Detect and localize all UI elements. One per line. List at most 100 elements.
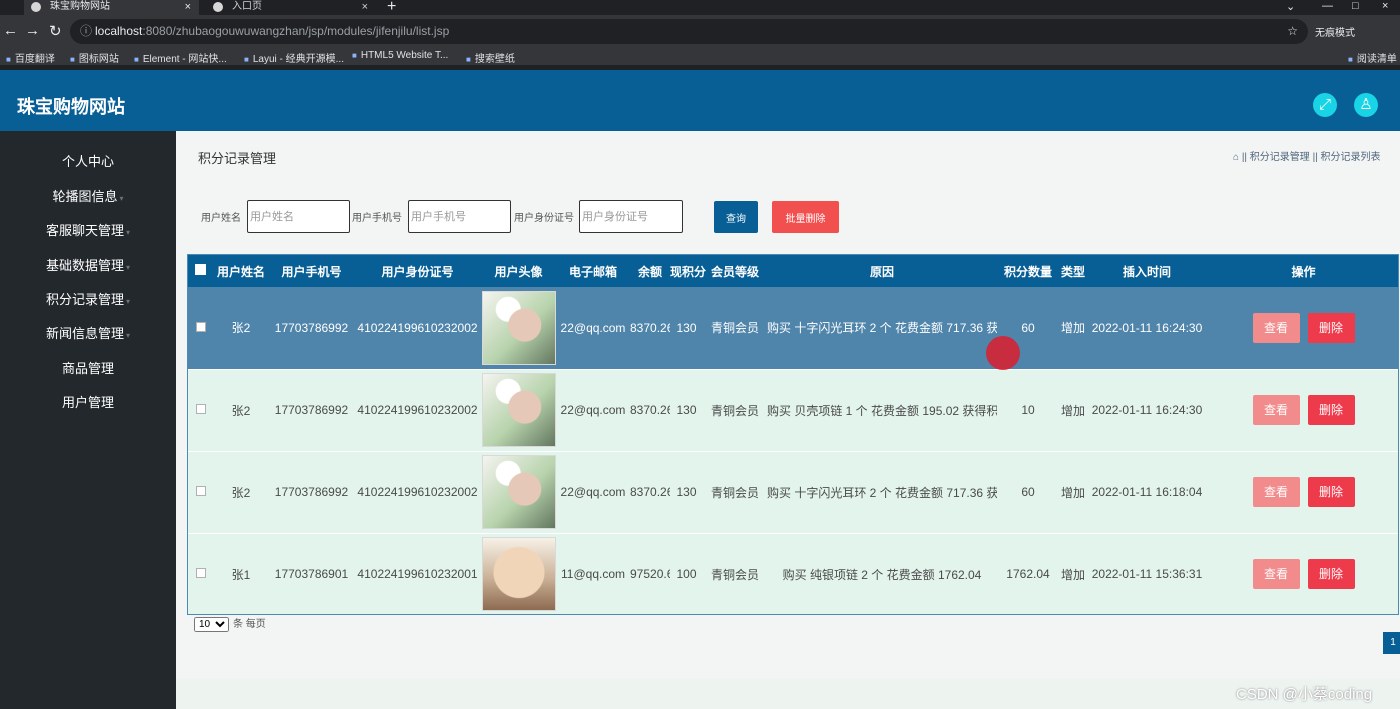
view-button[interactable]: 查看 xyxy=(1252,312,1300,343)
back-icon[interactable]: ← xyxy=(3,22,18,39)
restore-window-icon[interactable]: □ xyxy=(1352,0,1359,12)
info-icon[interactable]: ⓘ xyxy=(80,19,92,44)
row-checkbox[interactable] xyxy=(188,451,213,533)
balance-cell: 8370.26 xyxy=(630,485,670,499)
delete-button[interactable]: 删除 xyxy=(1307,395,1355,425)
minimize-window-icon[interactable]: — xyxy=(1322,0,1333,12)
reason-cell: 购买 十字闪光耳环 2 个 花费金额 717.36 获得积分60.0 xyxy=(767,321,997,336)
sidebar-item-label: 用户管理 xyxy=(61,395,114,410)
column-point-amount: 积分数量 xyxy=(1003,264,1052,279)
amount-cell: 1762.04 xyxy=(1006,567,1050,581)
column-user-id: 用户身份证号 xyxy=(381,264,454,279)
forward-icon[interactable]: → xyxy=(25,22,40,39)
user-id-input[interactable] xyxy=(579,200,683,233)
page-1-button[interactable]: 1 xyxy=(1383,632,1400,654)
table-row[interactable]: 张2 17703786992 410224199610232002 22@qq.… xyxy=(188,369,1398,451)
page-size-select[interactable]: 10 xyxy=(194,617,229,632)
browser-tab-entry[interactable]: 入口页 × xyxy=(206,0,376,15)
email-cell: 22@qq.com xyxy=(560,403,626,417)
click-highlight xyxy=(986,336,1020,370)
column-type: 类型 xyxy=(1060,264,1085,279)
url-field[interactable]: ⓘ localhost:8080/zhubaogouwuwangzhan/jsp… xyxy=(70,19,1308,44)
page-title: 积分记录管理 xyxy=(198,151,277,166)
reason-cell: 购买 十字闪光耳环 2 个 花费金额 717.36 获得积分60.0 xyxy=(767,485,997,500)
avatar-cell xyxy=(481,369,556,451)
close-tab-icon[interactable]: × xyxy=(362,0,368,14)
level-cell: 青铜会员 xyxy=(710,403,759,418)
delete-button[interactable]: 删除 xyxy=(1307,477,1355,507)
query-button[interactable]: 查询 xyxy=(714,201,758,233)
column-balance: 余额 xyxy=(637,264,662,279)
type-cell: 增加 xyxy=(1060,567,1085,582)
table-row[interactable]: 张2 17703786992 410224199610232002 22@qq.… xyxy=(188,451,1398,533)
reading-list-link[interactable]: 阅读清单 xyxy=(1348,50,1397,65)
bookmark-link[interactable]: Element - 网站快... xyxy=(134,50,227,65)
column-reason: 原因 xyxy=(869,264,894,279)
table-row[interactable]: 张1 17703786901 410224199610232001 11@qq.… xyxy=(188,533,1398,614)
sidebar-item-users[interactable]: 用户管理 xyxy=(0,390,176,416)
sidebar-item-chat[interactable]: 客服聊天管理 ▾ xyxy=(0,218,176,244)
user-phone-cell: 17703786992 xyxy=(274,320,349,335)
email-cell: 22@qq.com xyxy=(560,485,626,499)
delete-button[interactable]: 删除 xyxy=(1307,312,1355,343)
view-button[interactable]: 查看 xyxy=(1252,395,1300,425)
sidebar-item-products[interactable]: 商品管理 xyxy=(0,356,176,382)
table-row[interactable]: 张2 17703786992 410224199610232002 22@qq.… xyxy=(188,287,1398,369)
balance-cell: 97520.6 xyxy=(630,567,670,581)
bookmark-link[interactable]: 搜索壁纸 xyxy=(466,50,515,65)
app-header: 珠宝购物网站 ⤢ ♙ xyxy=(0,70,1400,131)
points-cell: 130 xyxy=(676,320,697,335)
bookmark-link[interactable]: Layui - 经典开源模... xyxy=(244,50,344,65)
time-cell: 2022-01-11 16:18:04 xyxy=(1091,485,1203,499)
select-all-checkbox[interactable] xyxy=(188,255,213,287)
sidebar-item-carousel[interactable]: 轮播图信息 ▾ xyxy=(0,184,176,210)
level-cell: 青铜会员 xyxy=(710,485,759,500)
column-avatar: 用户头像 xyxy=(494,264,543,279)
bookmark-star-icon[interactable]: ☆ xyxy=(1287,19,1298,44)
collapse-tabs-icon[interactable]: ⌄ xyxy=(1286,0,1295,13)
points-cell: 100 xyxy=(676,567,697,581)
column-user-phone: 用户手机号 xyxy=(281,264,342,279)
browser-tab-strip: 珠宝购物网站 × 入口页 × + ⌄ — □ × xyxy=(0,0,1400,15)
chevron-down-icon: ▾ xyxy=(126,228,131,237)
breadcrumb[interactable]: ⌂ || 积分记录管理 || 积分记录列表 xyxy=(1233,148,1381,163)
user-phone-label: 用户手机号 xyxy=(352,213,402,224)
view-button[interactable]: 查看 xyxy=(1252,477,1300,507)
bookmark-link[interactable]: 图标网站 xyxy=(70,50,119,65)
close-tab-icon[interactable]: × xyxy=(185,0,191,14)
close-window-icon[interactable]: × xyxy=(1382,0,1388,12)
user-phone-cell: 17703786992 xyxy=(274,403,349,417)
sidebar-item-label: 客服聊天管理 xyxy=(45,223,124,238)
bookmark-link[interactable]: 百度翻译 xyxy=(6,50,55,65)
browser-tab-store[interactable]: 珠宝购物网站 × xyxy=(24,0,199,15)
delete-button[interactable]: 删除 xyxy=(1307,559,1355,589)
batch-delete-button[interactable]: 批量删除 xyxy=(772,201,839,233)
view-button[interactable]: 查看 xyxy=(1252,559,1300,589)
bookmark-link[interactable]: HTML5 Website T... xyxy=(352,50,448,61)
avatar xyxy=(481,373,556,447)
sidebar-item-points[interactable]: 积分记录管理 ▾ xyxy=(0,287,176,313)
fullscreen-icon[interactable]: ⤢ xyxy=(1313,93,1337,117)
reload-icon[interactable]: ↻ xyxy=(49,22,62,40)
sidebar-item-profile[interactable]: 个人中心 xyxy=(0,149,176,175)
sidebar-item-basic-data[interactable]: 基础数据管理 ▾ xyxy=(0,253,176,279)
type-cell: 增加 xyxy=(1060,485,1085,500)
url-host: localhost xyxy=(95,24,143,38)
chevron-down-icon: ▾ xyxy=(126,297,131,306)
balance-cell: 8370.26 xyxy=(630,320,670,335)
row-checkbox[interactable] xyxy=(188,287,213,369)
new-tab-icon[interactable]: + xyxy=(387,0,396,16)
column-level: 会员等级 xyxy=(710,264,759,279)
user-name-input[interactable] xyxy=(247,200,350,233)
user-phone-input[interactable] xyxy=(408,200,511,233)
row-checkbox[interactable] xyxy=(188,369,213,451)
user-id-cell: 410224199610232001 xyxy=(357,567,478,581)
amount-cell: 10 xyxy=(1021,403,1035,417)
sidebar-item-label: 积分记录管理 xyxy=(45,292,124,307)
user-name-cell: 张2 xyxy=(231,485,251,500)
row-checkbox[interactable] xyxy=(188,533,213,614)
page-size-control: 10 条 每页 xyxy=(194,615,266,632)
user-icon[interactable]: ♙ xyxy=(1354,93,1378,117)
sidebar-item-news[interactable]: 新闻信息管理 ▾ xyxy=(0,321,176,347)
sidebar-item-label: 基础数据管理 xyxy=(45,258,124,273)
